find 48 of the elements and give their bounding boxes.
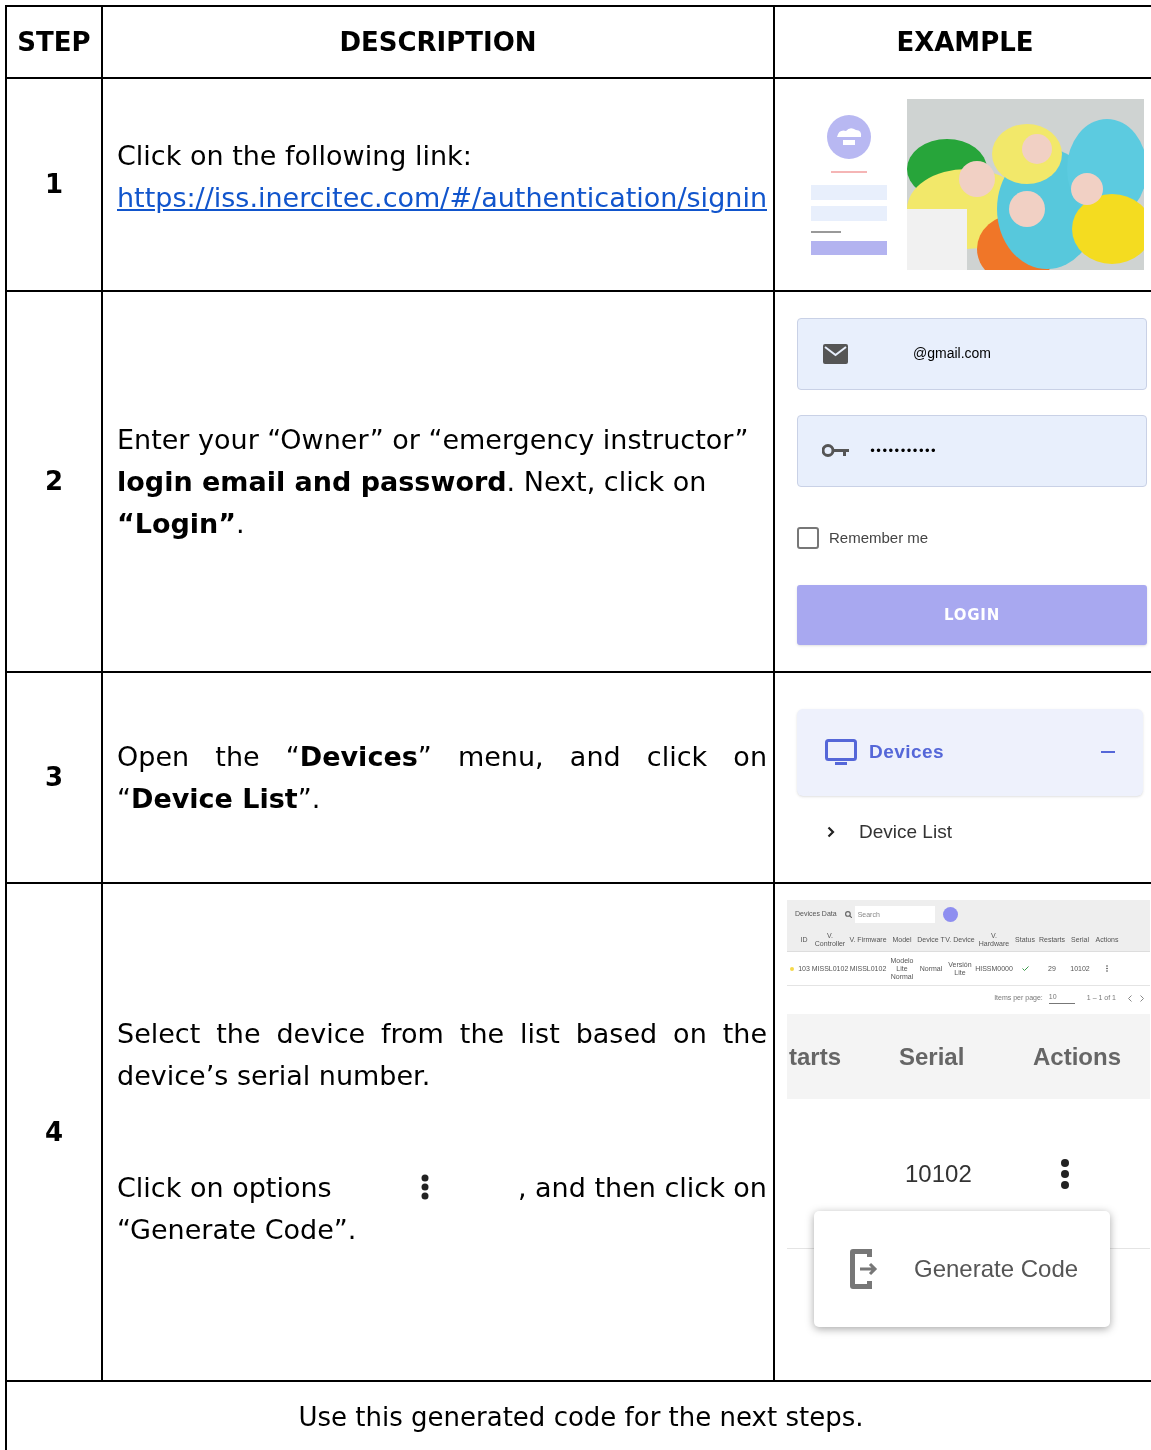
check-icon [1021,966,1029,971]
description-text: Click on options [117,1171,332,1205]
table-cell-text: 10102 [905,1158,972,1189]
monitor-icon [825,738,857,766]
link[interactable]: https://iss.inercitec.com/#/authentication/signin [117,176,767,219]
description-text: Select the device from the list based on the device’s serial number. [117,1017,767,1093]
email-value: @gmail.com [913,344,991,364]
more-icon[interactable] [1059,1158,1070,1189]
chevron-right-icon[interactable] [1140,994,1144,1002]
menu-item-label: Device List [859,819,952,844]
subtitle-line [831,170,867,173]
description-text: “Generate Code”. [117,1213,358,1247]
column-header: DESCRIPTION [339,26,537,57]
step-number: 2 [44,466,64,496]
description-text: , and then click on [517,1171,767,1205]
password-field[interactable]: ••••••••••• [797,414,1147,487]
refresh-button[interactable] [942,906,958,922]
step-number: 1 [44,169,64,199]
column-header: Actions [1033,1041,1121,1072]
step-number: 3 [44,762,64,792]
search-icon [844,910,852,918]
checkbox-label: Remember me [829,527,929,548]
key-icon [822,444,849,458]
chevron-left-icon[interactable] [1128,994,1132,1002]
description-text: Click on the following link: [117,138,473,173]
exit-icon [850,1249,880,1289]
menu-title: Devices [869,740,945,764]
description-text: Enter your “Owner” or “emergency instructor” login email and password. Next, click on “Login”. [117,422,750,541]
checkbox-line [811,230,841,233]
menu-header[interactable]: Devices [797,708,1143,796]
mail-icon [823,343,848,364]
column-header: Serial [899,1041,966,1072]
chevron-right-icon [827,826,835,838]
footer-text: Use this generated code for the next steps. [298,1401,864,1432]
logo-icon [827,114,871,159]
step-number: 4 [44,1116,64,1147]
collapse-icon [1101,751,1115,754]
column-header: tarts [788,1041,843,1072]
password-value: ••••••••••• [869,442,936,460]
generate-code-menu-item[interactable]: Generate Code [814,1211,1110,1327]
column-header: EXAMPLE [896,26,1034,57]
menu-item[interactable]: Device List [797,817,1143,847]
description-text: Open the “Devices” menu, and click on “Device List”. [117,739,767,816]
column-header: STEP [17,26,91,57]
checkbox[interactable] [797,527,819,549]
more-icon [420,1174,429,1202]
menu-item-label: Generate Code [914,1254,1079,1284]
email-field[interactable]: @gmail.com [797,317,1147,390]
